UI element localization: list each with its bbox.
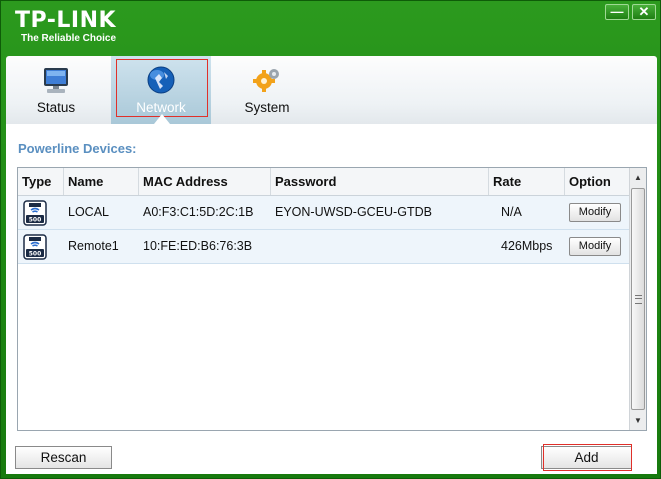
tab-system[interactable]: System xyxy=(217,56,317,124)
active-tab-pointer xyxy=(154,114,170,124)
app-window: TP-LINK The Reliable Choice — ✕ Status N… xyxy=(0,0,661,479)
close-icon[interactable]: ✕ xyxy=(632,4,656,20)
scrollbar-thumb[interactable] xyxy=(631,188,645,410)
device-name: LOCAL xyxy=(68,205,109,219)
modify-button[interactable]: Modify xyxy=(569,237,621,257)
svg-text:500: 500 xyxy=(29,251,42,258)
brand-logo: TP-LINK The Reliable Choice xyxy=(15,9,116,45)
table-row[interactable]: 500 Remote1 10:FE:ED:B6:76:3B 426Mbps Mo… xyxy=(18,230,630,264)
column-header-password[interactable]: Password xyxy=(271,168,489,195)
device-name: Remote1 xyxy=(68,239,119,253)
main-toolbar: Status Network System xyxy=(6,56,657,125)
modify-button[interactable]: Modify xyxy=(569,203,621,223)
rescan-button[interactable]: Rescan xyxy=(15,446,112,469)
monitor-icon xyxy=(44,68,68,93)
scrollbar-grip-icon xyxy=(635,295,642,304)
option-cell: Modify xyxy=(565,196,630,229)
column-header-rate[interactable]: Rate xyxy=(489,168,565,195)
brand-name: TP-LINK xyxy=(15,8,117,33)
column-header-type[interactable]: Type xyxy=(18,168,64,195)
minimize-icon[interactable]: — xyxy=(605,4,629,20)
column-header-mac[interactable]: MAC Address xyxy=(139,168,271,195)
column-header-name[interactable]: Name xyxy=(64,168,139,195)
device-password: EYON-UWSD-GCEU-GTDB xyxy=(275,205,432,219)
content-panel: Powerline Devices: Type Name MAC Address… xyxy=(6,124,657,474)
powerline-adapter-icon: 500 xyxy=(23,234,47,260)
device-mac: 10:FE:ED:B6:76:3B xyxy=(143,239,253,253)
vertical-scrollbar[interactable]: ▲ ▼ xyxy=(629,168,646,430)
type-cell: 500 xyxy=(18,230,64,263)
svg-text:500: 500 xyxy=(29,217,42,224)
device-rate: 426Mbps xyxy=(501,239,553,253)
option-cell: Modify xyxy=(565,230,630,263)
column-header-option[interactable]: Option xyxy=(565,168,630,195)
devices-table: Type Name MAC Address Password Rate Opti… xyxy=(17,167,647,431)
section-title: Powerline Devices: xyxy=(18,141,137,156)
globe-icon xyxy=(147,66,175,94)
add-button[interactable]: Add xyxy=(541,446,632,469)
powerline-adapter-icon: 500 xyxy=(23,200,47,226)
table-row[interactable]: 500 LOCAL A0:F3:C1:5D:2C:1B EYON-UWSD-GC… xyxy=(18,196,630,230)
table-header: Type Name MAC Address Password Rate Opti… xyxy=(18,168,630,196)
scroll-down-arrow-icon[interactable]: ▼ xyxy=(630,412,646,429)
type-cell: 500 xyxy=(18,196,64,229)
device-mac: A0:F3:C1:5D:2C:1B xyxy=(143,205,254,219)
tab-system-label: System xyxy=(244,100,290,115)
gears-icon xyxy=(253,69,279,92)
brand-tagline: The Reliable Choice xyxy=(21,33,117,44)
window-controls: — ✕ xyxy=(605,4,656,20)
tab-status-label: Status xyxy=(36,100,76,115)
device-rate: N/A xyxy=(501,205,522,219)
tab-status[interactable]: Status xyxy=(6,56,106,124)
tab-network-label: Network xyxy=(136,100,186,115)
scroll-up-arrow-icon[interactable]: ▲ xyxy=(630,169,646,186)
device-password xyxy=(271,230,489,263)
